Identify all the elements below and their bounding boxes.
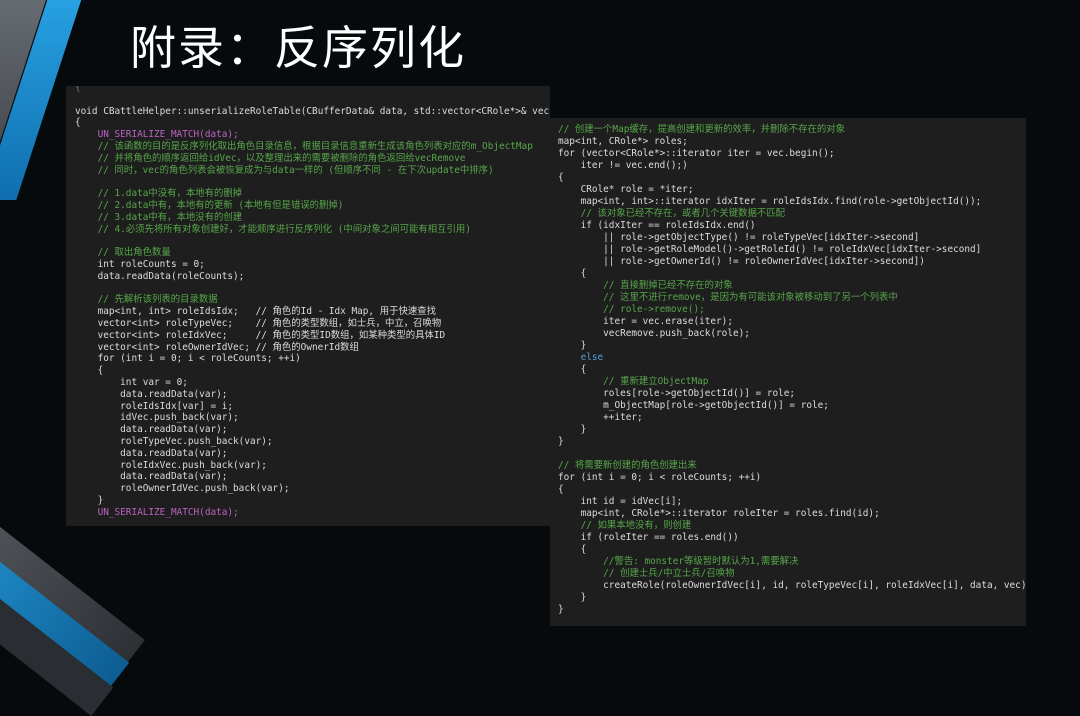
- code-line: // 重新建立ObjectMap: [558, 376, 709, 387]
- code-line: data.readData(var);: [75, 447, 228, 459]
- code-line: map<int, CRole*> roles;: [558, 136, 688, 147]
- code-line: roleTypeVec.push_back(var);: [75, 436, 273, 447]
- code-line: }: [558, 592, 587, 603]
- code-line: map<int, int> roleIdsIdx; // 角色的Id - Idx…: [75, 306, 436, 318]
- code-line: UN_SERIALIZE_MATCH(data);: [75, 129, 239, 141]
- code-line: roleOwnerIdVec.push_back(var);: [75, 483, 290, 495]
- code-line: // 4.必须先将所有对象创建好，才能顺序进行反序列化 (中间对象之间可能有相互…: [75, 223, 471, 235]
- code-line: if (roleIter == roles.end()): [558, 532, 739, 543]
- code-line: // 直接删掉已经不存在的对象: [558, 280, 733, 291]
- code-line: map<int, int>::iterator idxIter = roleId…: [558, 196, 982, 207]
- code-line: {: [558, 544, 587, 555]
- code-line: {: [75, 86, 81, 93]
- code-line: // 3.data中有，本地没有的创建: [75, 211, 243, 223]
- code-line: {: [558, 268, 587, 279]
- code-line: vecRemove.push_back(role);: [558, 328, 750, 339]
- code-line: || role->getObjectType() != roleTypeVec[…: [558, 232, 920, 243]
- code-line: // 同时，vec的角色列表会被恢复成为与data一样的 (但顺序不同 - 在下…: [75, 164, 494, 176]
- code-panel-right: // 创建一个Map缓存，提高创建和更新的效率，并删除不存在的对象 map<int…: [550, 118, 1026, 626]
- code-line: }: [75, 495, 104, 506]
- code-line: // 1.data中没有，本地有的删掉: [75, 188, 243, 200]
- code-line: // 将需要新创建的角色创建出来: [558, 460, 697, 471]
- code-line: roles[role->getObjectId()] = role;: [558, 388, 796, 399]
- code-line: // 取出角色数量: [75, 247, 171, 259]
- code-line: if (idxIter == roleIdsIdx.end(): [558, 220, 756, 231]
- code-line: // 如果本地没有，则创建: [558, 520, 692, 531]
- code-line: // role->remove();: [558, 304, 705, 315]
- code-line: {: [75, 365, 104, 377]
- code-line: data.readData(roleCounts);: [75, 270, 245, 282]
- code-line: roleIdsIdx[var] = i;: [75, 400, 234, 412]
- code-line: || role->getOwnerId() != roleOwnerIdVec[…: [558, 256, 925, 267]
- code-line: int roleCounts = 0;: [75, 259, 205, 270]
- code-line: // 创建士兵/中立士兵/召唤物: [558, 568, 735, 579]
- code-line: // 该对象已经不存在，或者几个关键数据不匹配: [558, 208, 786, 219]
- code-line: // 这里不进行remove，是因为有可能该对象被移动到了另一个列表中: [558, 292, 898, 303]
- code-line: int id = idVec[i];: [558, 496, 683, 507]
- code-line: }: [558, 604, 564, 615]
- code-line: map<int, CRole*>::iterator roleIter = ro…: [558, 508, 880, 519]
- code-line: UN_SERIALIZE_MATCH(data);: [75, 506, 239, 518]
- code-line: }: [558, 436, 564, 447]
- code-line: for (vector<CRole*>::iterator iter = vec…: [558, 148, 835, 159]
- code-line: }: [558, 340, 587, 351]
- code-line: else: [558, 352, 604, 363]
- code-line: {: [75, 117, 81, 129]
- code-line: // 创建一个Map缓存，提高创建和更新的效率，并删除不存在的对象: [558, 124, 845, 135]
- code-line: m_ObjectMap[role->getObjectId()] = role;: [558, 400, 829, 411]
- code-line: }: [558, 424, 587, 435]
- code-line: // 2.data中有，本地有的更新 (本地有但是错误的删掉): [75, 200, 344, 211]
- code-line: // 先解析该列表的目录数据: [75, 294, 218, 306]
- code-line: vector<int> roleOwnerIdVec; // 角色的OwnerI…: [75, 341, 359, 353]
- code-line: createRole(roleOwnerIdVec[i], id, roleTy…: [558, 580, 1026, 591]
- code-line: int var = 0;: [75, 377, 188, 388]
- code-line: CRole* role = *iter;: [558, 184, 694, 195]
- code-line: for (int i = 0; i < roleCounts; ++i): [75, 353, 301, 365]
- code-line: {: [558, 484, 564, 495]
- code-line: //警告: monster等级暂时默认为1,需要解决: [558, 556, 799, 567]
- code-line: data.readData(var);: [75, 424, 228, 436]
- code-line: vector<int> roleTypeVec; // 角色的类型数组，如士兵，…: [75, 318, 442, 329]
- code-line: // 该函数的目的是反序列化取出角色目录信息，根据目录信息重新生成该角色列表对应…: [75, 141, 533, 152]
- code-line: for (int i = 0; i < roleCounts; ++i): [558, 472, 762, 483]
- code-line: // 并将角色的顺序返回给idVec，以及整理出来的需要被删除的角色返回给vec…: [75, 152, 466, 164]
- code-line: roleIdxVec.push_back(var);: [75, 459, 267, 471]
- code-line: idVec.push_back(var);: [75, 412, 239, 424]
- code-line: iter != vec.end();): [558, 160, 688, 171]
- code-line: vector<int> roleIdxVec; // 角色的类型ID数组，如某种…: [75, 329, 446, 341]
- code-line: {: [558, 172, 564, 183]
- code-line: data.readData(var);: [75, 471, 228, 483]
- page-title: 附录：反序列化: [130, 21, 466, 75]
- code-line: void CBattleHelper::unserializeRoleTable…: [75, 105, 550, 117]
- code-line: {: [558, 364, 587, 375]
- code-line: ++iter;: [558, 412, 643, 423]
- code-line: || role->getRoleModel()->getRoleId() != …: [558, 244, 982, 255]
- code-line: data.readData(var);: [75, 388, 228, 400]
- code-line: iter = vec.erase(iter);: [558, 316, 733, 327]
- code-panel-left: {void CBattleHelper::unserializeRoleTabl…: [66, 86, 550, 526]
